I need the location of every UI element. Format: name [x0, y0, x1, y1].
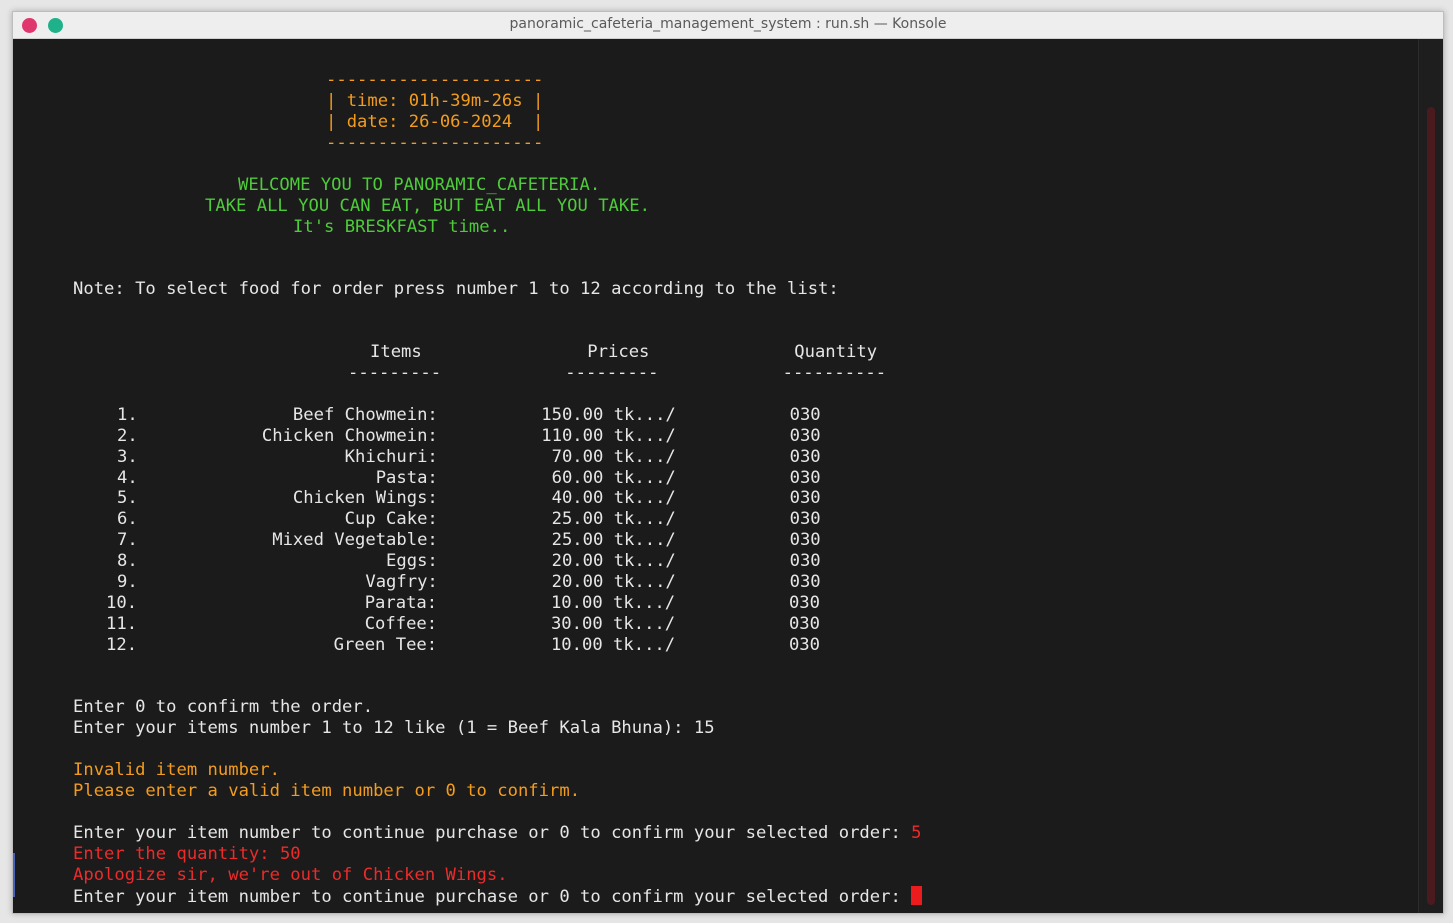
menu-header: Items Prices Quantity [370, 342, 878, 362]
menu-row: 1. Beef Chowmein: 150.00 tk.../ 030 [117, 405, 821, 425]
menu-row: 11. Coffee: 30.00 tk.../ 030 [106, 614, 820, 634]
window-title: panoramic_cafeteria_management_system : … [509, 16, 947, 32]
clock-date: | date: 26-06-2024 | [326, 112, 544, 132]
menu-row: 5. Chicken Wings: 40.00 tk.../ 030 [117, 488, 821, 508]
scrollbar-thumb[interactable] [1427, 107, 1435, 905]
active-line-marker [13, 853, 15, 897]
clock-border-bottom: --------------------- [326, 133, 544, 153]
meal-time-line: It's BRESKFAST time.. [293, 217, 511, 237]
invalid-item-message: Invalid item number. [73, 760, 280, 780]
menu-row: 6. Cup Cake: 25.00 tk.../ 030 [117, 509, 821, 529]
continue-prompt: Enter your item number to continue purch… [73, 823, 912, 843]
terminal-output[interactable]: --------------------- | time: 01h-39m-26… [13, 39, 1419, 913]
clock-time: | time: 01h-39m-26s | [326, 91, 544, 111]
confirm-hint: Enter 0 to confirm the order. [73, 697, 374, 717]
item-prompt: Enter your items number 1 to 12 like (1 … [73, 718, 715, 738]
menu-row: 12. Green Tee: 10.00 tk.../ 030 [106, 635, 820, 655]
konsole-window: panoramic_cafeteria_management_system : … [12, 11, 1444, 914]
valid-item-hint: Please enter a valid item number or 0 to… [73, 781, 581, 801]
menu-row: 3. Khichuri: 70.00 tk.../ 030 [117, 447, 821, 467]
menu-row: 9. Vagfry: 20.00 tk.../ 030 [117, 572, 821, 592]
clock-border-top: --------------------- [326, 70, 544, 90]
continue-input: 5 [911, 823, 922, 843]
menu-divider: --------- --------- ---------- [348, 363, 887, 383]
final-prompt: Enter your item number to continue purch… [73, 887, 912, 907]
final-prompt-line[interactable]: Enter your item number to continue purch… [73, 886, 923, 908]
welcome-slogan: TAKE ALL YOU CAN EAT, BUT EAT ALL YOU TA… [205, 196, 650, 216]
out-of-stock-message: Apologize sir, we're out of Chicken Wing… [73, 865, 508, 885]
menu-row: 4. Pasta: 60.00 tk.../ 030 [117, 468, 821, 488]
order-note: Note: To select food for order press num… [73, 279, 839, 299]
menu-row: 8. Eggs: 20.00 tk.../ 030 [117, 551, 821, 571]
title-bar[interactable]: panoramic_cafeteria_management_system : … [13, 12, 1443, 39]
terminal-cursor[interactable] [911, 886, 923, 905]
menu-row: 10. Parata: 10.00 tk.../ 030 [106, 593, 820, 613]
vertical-scrollbar[interactable] [1418, 39, 1443, 913]
menu-row: 2. Chicken Chowmein: 110.00 tk.../ 030 [117, 426, 821, 446]
welcome-line: WELCOME YOU TO PANORAMIC_CAFETERIA. [238, 175, 601, 195]
quantity-line: Enter the quantity: 50 [73, 844, 301, 864]
menu-row: 7. Mixed Vegetable: 25.00 tk.../ 030 [117, 530, 821, 550]
continue-prompt-line: Enter your item number to continue purch… [73, 823, 922, 844]
